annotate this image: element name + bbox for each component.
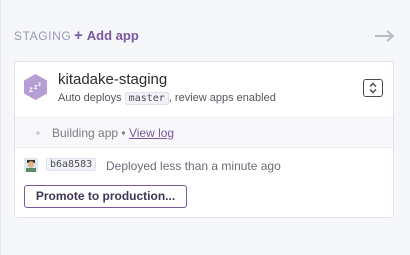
app-name[interactable]: kitadake-staging xyxy=(58,71,167,88)
build-status-row: Building app • View log xyxy=(15,117,393,148)
view-log-link[interactable]: View log xyxy=(129,126,174,140)
add-app-label: Add app xyxy=(86,28,139,43)
avatar xyxy=(24,158,38,172)
commit-hash[interactable]: b6a8583 xyxy=(46,158,97,171)
svg-text:z: z xyxy=(29,85,33,94)
branch-badge: master xyxy=(124,92,169,105)
chevron-up-down-icon xyxy=(369,82,377,94)
expand-button[interactable] xyxy=(363,79,383,97)
sleeping-zzz-icon: z z z xyxy=(24,74,47,100)
app-deploy-info: Auto deploys master, review apps enabled xyxy=(58,92,276,105)
build-status: Building app • View log xyxy=(52,126,174,140)
auto-deploy-text: Auto deploys xyxy=(58,92,122,104)
review-apps-text: , review apps enabled xyxy=(168,92,276,104)
add-app-button[interactable]: + Add app xyxy=(74,27,139,44)
deploy-row: b6a8583 Deployed less than a minute ago … xyxy=(15,148,393,217)
arrow-right-icon[interactable] xyxy=(374,29,396,43)
stage-header: STAGING + Add app xyxy=(14,27,396,45)
plus-icon: + xyxy=(74,27,83,44)
stage-name: STAGING xyxy=(14,29,72,43)
app-card-header: z z z kitadake-staging Auto deploys mast… xyxy=(15,62,393,117)
svg-text:z: z xyxy=(38,82,41,88)
separator: • xyxy=(121,126,126,140)
deploy-status-text: Deployed less than a minute ago xyxy=(106,159,281,173)
left-border xyxy=(0,0,1,255)
promote-button[interactable]: Promote to production... xyxy=(24,185,187,208)
build-status-dot xyxy=(36,131,40,135)
app-card: z z z kitadake-staging Auto deploys mast… xyxy=(14,61,394,218)
build-status-text: Building app xyxy=(52,126,119,140)
